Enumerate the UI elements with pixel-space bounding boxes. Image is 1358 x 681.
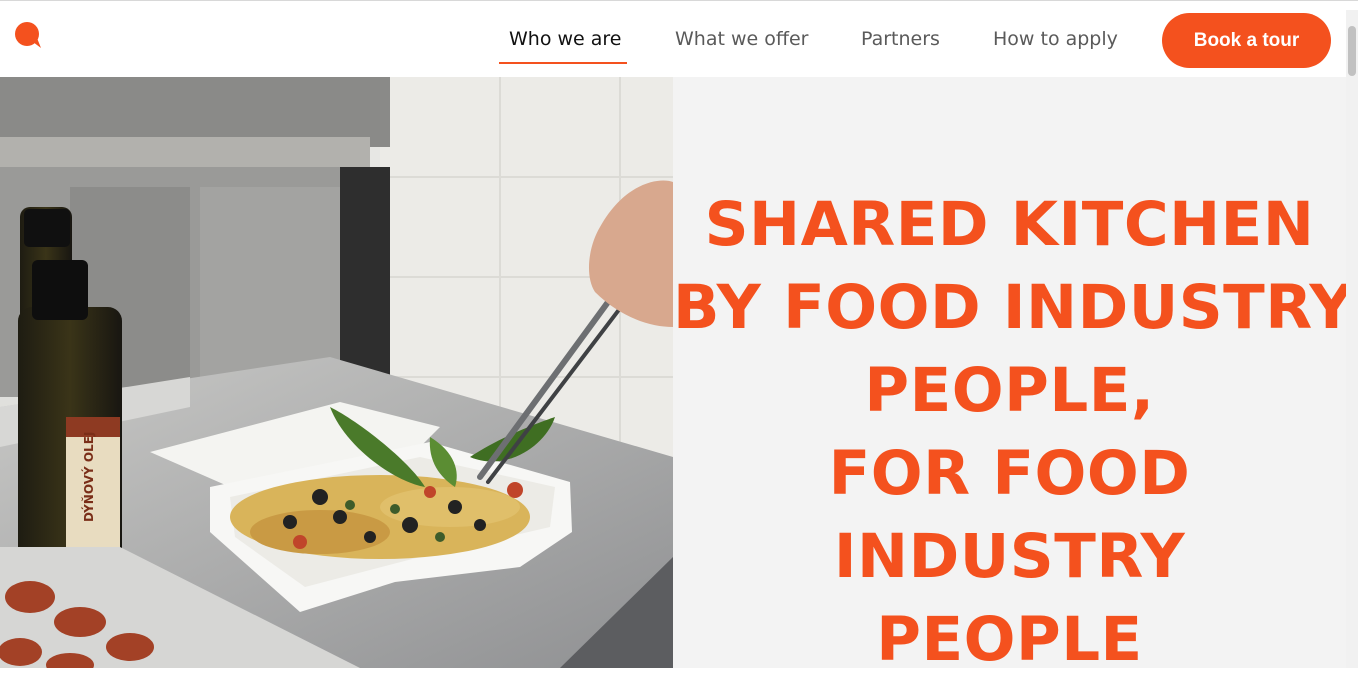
nav-partners[interactable]: Partners [861, 26, 940, 52]
page-scrollbar[interactable] [1346, 10, 1358, 668]
nav-who-we-are[interactable]: Who we are [509, 26, 622, 52]
book-a-tour-button[interactable]: Book a tour [1162, 13, 1331, 68]
active-nav-underline [499, 62, 627, 64]
headline-line: PEOPLE, [864, 355, 1155, 426]
chef-plating-pasta-photo: DÝŇOVÝ OLEJ [0, 77, 673, 668]
headline-line: BY FOOD INDUSTRY [673, 272, 1355, 343]
scrollbar-thumb[interactable] [1348, 26, 1356, 76]
headline-line: FOR FOOD [828, 438, 1191, 509]
headline-line: SHARED KITCHEN [704, 189, 1315, 260]
main-nav: Who we are What we offer Partners How to… [0, 1, 1358, 78]
bottle-label-text: DÝŇOVÝ OLEJ [81, 432, 96, 522]
top-navigation-bar: Who we are What we offer Partners How to… [0, 0, 1358, 77]
headline-line: PEOPLE [876, 604, 1143, 675]
hero-photo: DÝŇOVÝ OLEJ [0, 77, 673, 668]
nav-how-to-apply[interactable]: How to apply [993, 26, 1118, 52]
nav-what-we-offer[interactable]: What we offer [675, 26, 808, 52]
hero-headline: SHARED KITCHEN BY FOOD INDUSTRY PEOPLE, … [673, 183, 1355, 681]
headline-line: INDUSTRY [833, 521, 1186, 592]
